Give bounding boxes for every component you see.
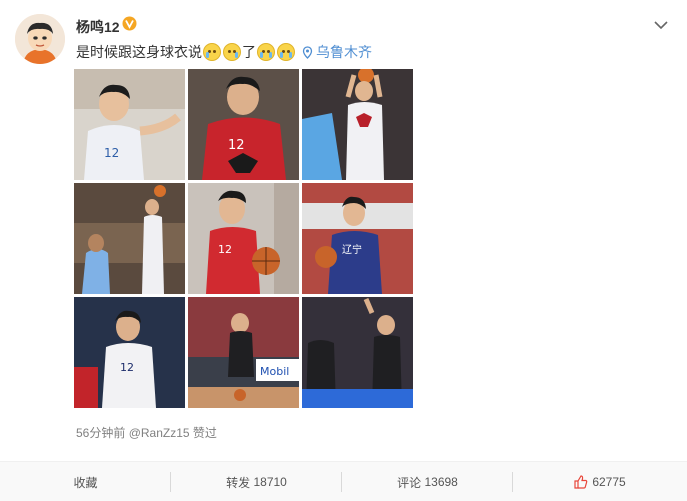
repost-count: 18710 [253,475,287,489]
photo-6[interactable]: 辽宁 [302,183,413,294]
liked-by-user[interactable]: @RanZz15 [129,426,190,440]
photo-4[interactable] [74,183,185,294]
post-text-tail: 了 [242,44,256,60]
post-text-body: 是时候跟这身球衣说 [76,44,202,60]
photo-2[interactable]: 12 [188,69,299,180]
comment-button[interactable]: 评论 13698 [342,462,513,501]
photo-9[interactable] [302,297,413,408]
cry-laugh-emoji [223,43,241,61]
svg-text:12: 12 [104,146,119,160]
user-avatar[interactable] [15,14,65,64]
svg-text:辽宁: 辽宁 [342,243,362,256]
location-link[interactable]: 乌鲁木齐 [302,42,372,62]
photo-1[interactable]: 12 [74,69,185,180]
svg-text:12: 12 [120,361,134,374]
photo-5[interactable]: 12 [188,183,299,294]
username[interactable]: 杨鸣12 [76,17,120,37]
svg-text:12: 12 [228,138,245,153]
svg-text:12: 12 [218,243,232,256]
crying-emoji [277,43,295,61]
repost-button[interactable]: 转发 18710 [171,462,342,501]
post-time[interactable]: 56分钟前 [76,426,125,440]
comment-label: 评论 [397,475,422,490]
comment-count: 13698 [424,475,458,489]
chevron-down-icon[interactable] [654,20,668,30]
thumbs-up-icon [574,475,588,489]
photo-grid: 12 12 12 辽宁 12 Mobil [74,69,414,409]
photo-3[interactable] [302,69,413,180]
location-label: 乌鲁木齐 [316,44,372,60]
action-bar: 收藏 转发 18710 评论 13698 62775 [0,461,687,501]
collect-button[interactable]: 收藏 [0,462,171,501]
liked-label: 赞过 [192,426,217,440]
cartoon-avatar-icon [15,14,65,64]
photo-8[interactable]: Mobil [188,297,299,408]
weibo-post-card: 杨鸣12 是时候跟这身球衣说 了 乌鲁木齐 12 12 12 辽宁 12 Mob… [0,0,687,501]
like-count: 62775 [592,475,626,489]
svg-text:Mobil: Mobil [260,365,289,378]
verified-badge-icon [122,16,137,31]
post-text: 是时候跟这身球衣说 了 乌鲁木齐 [76,42,372,62]
cry-laugh-emoji [203,43,221,61]
photo-7[interactable]: 12 [74,297,185,408]
post-meta: 56分钟前 @RanZz15 赞过 [76,424,217,441]
location-pin-icon [302,45,313,59]
crying-emoji [257,43,275,61]
collect-label: 收藏 [73,475,98,490]
repost-label: 转发 [226,475,251,490]
like-button[interactable]: 62775 [513,462,687,501]
